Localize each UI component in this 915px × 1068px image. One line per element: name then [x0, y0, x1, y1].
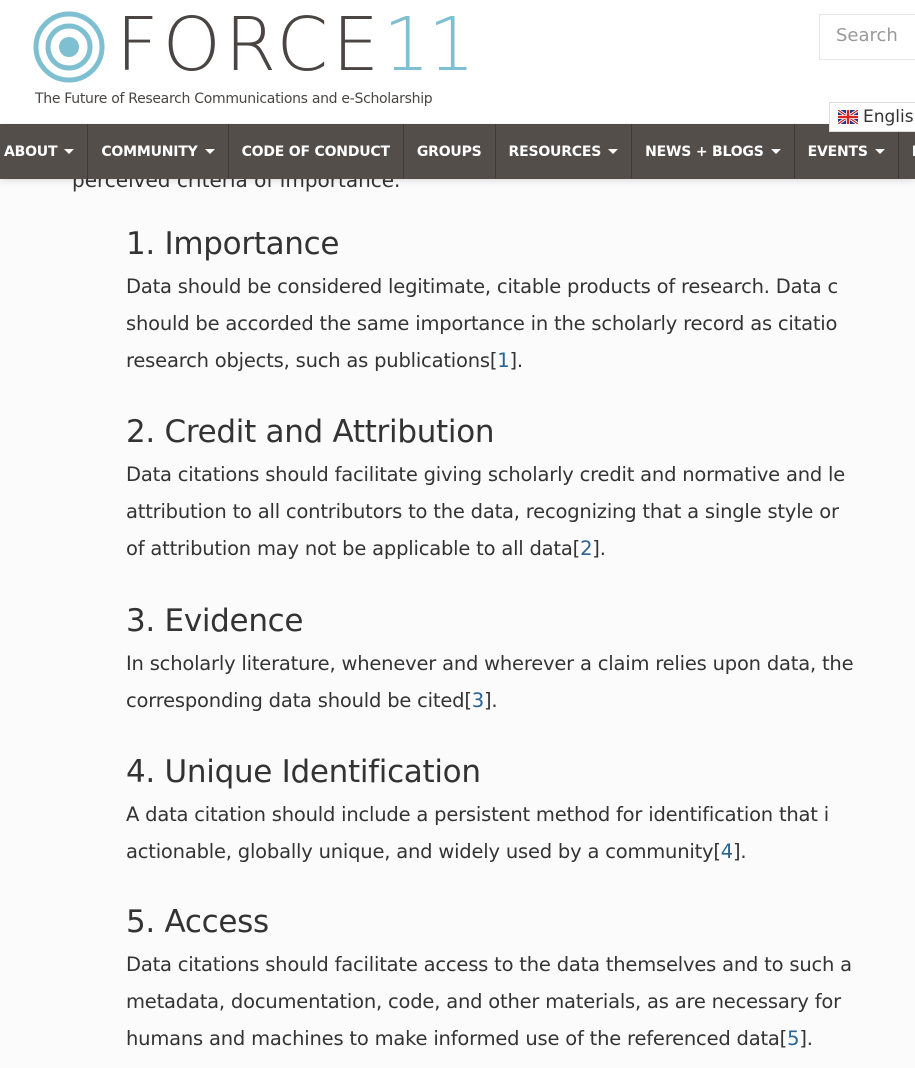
caret-down-icon [64, 149, 75, 154]
main-nav: ABOUT COMMUNITY CODE OF CONDUCT GROUPS R… [0, 124, 915, 179]
principle-evidence: 3. Evidence In scholarly literature, whe… [126, 603, 915, 719]
section-heading: 1. Importance [126, 226, 340, 262]
nav-item-about[interactable]: ABOUT [0, 124, 89, 179]
paragraph-line: Data citations should facilitate giving … [126, 463, 846, 486]
language-selector[interactable]: English [829, 102, 915, 132]
reference-link[interactable]: 3 [472, 689, 484, 712]
logo-number: 11 [382, 2, 475, 88]
section-heading: 2. Credit and Attribution [126, 414, 495, 450]
principle-unique-identification: 4. Unique Identification A data citation… [126, 754, 915, 870]
uk-flag-icon [838, 110, 858, 124]
target-logo-icon [33, 11, 105, 83]
nav-item-community[interactable]: COMMUNITY [88, 124, 229, 179]
nav-label: GROUPS [416, 143, 482, 160]
nav-label: RESOURCES [508, 143, 602, 160]
caret-down-icon [770, 149, 781, 154]
nav-item-resources[interactable]: RESOURCES [496, 124, 633, 179]
caret-down-icon [204, 149, 215, 154]
paragraph-line: research objects, such as publications [126, 349, 490, 372]
section-heading: 5. Access [126, 904, 269, 940]
site-header: FORCE11 The Future of Research Communica… [0, 0, 915, 124]
paragraph-line: attribution to all contributors to the d… [126, 500, 839, 523]
reference-link[interactable]: 1 [497, 349, 509, 372]
tagline: The Future of Research Communications an… [35, 91, 433, 107]
paragraph-line: of attribution may not be applicable to … [126, 537, 573, 560]
nav-label: NEWS + BLOGS [645, 143, 764, 160]
section-heading: 3. Evidence [126, 603, 304, 639]
nav-item-code-of-conduct[interactable]: CODE OF CONDUCT [229, 124, 404, 179]
caret-down-icon [874, 149, 885, 154]
caret-down-icon [608, 149, 619, 154]
reference-link[interactable]: 4 [721, 840, 733, 863]
nav-label: ABOUT [4, 143, 58, 160]
logo-text: FORCE [116, 2, 383, 88]
paragraph-line: actionable, globally unique, and widely … [126, 840, 714, 863]
section-heading: 4. Unique Identification [126, 754, 481, 790]
nav-label: EVENTS [807, 143, 868, 160]
logo-wordmark: FORCE11 [116, 0, 475, 90]
paragraph-line: Data should be considered legitimate, ci… [126, 275, 839, 298]
paragraph-line: humans and machines to make informed use… [126, 1027, 780, 1050]
nav-item-publications[interactable]: PUBLICA [899, 124, 915, 179]
nav-item-events[interactable]: EVENTS [795, 124, 899, 179]
principle-importance: 1. Importance Data should be considered … [126, 226, 915, 379]
paragraph-line: metadata, documentation, code, and other… [126, 990, 841, 1013]
paragraph-line: In scholarly literature, whenever and wh… [126, 652, 854, 675]
paragraph-line: A data citation should include a persist… [126, 803, 829, 826]
search-box [819, 14, 915, 60]
nav-item-groups[interactable]: GROUPS [404, 124, 496, 179]
paragraph-line: Data citations should facilitate access … [126, 953, 852, 976]
nav-item-news-blogs[interactable]: NEWS + BLOGS [632, 124, 795, 179]
search-input[interactable] [820, 15, 915, 56]
paragraph-line: should be accorded the same importance i… [126, 312, 838, 335]
language-label: English [863, 107, 915, 127]
nav-label: COMMUNITY [101, 143, 198, 160]
principle-credit-attribution: 2. Credit and Attribution Data citations… [126, 414, 915, 567]
principle-access: 5. Access Data citations should facilita… [126, 904, 915, 1057]
nav-label: CODE OF CONDUCT [241, 143, 390, 160]
reference-link[interactable]: 2 [580, 537, 592, 560]
paragraph-line: corresponding data should be cited [126, 689, 465, 712]
reference-link[interactable]: 5 [787, 1027, 799, 1050]
